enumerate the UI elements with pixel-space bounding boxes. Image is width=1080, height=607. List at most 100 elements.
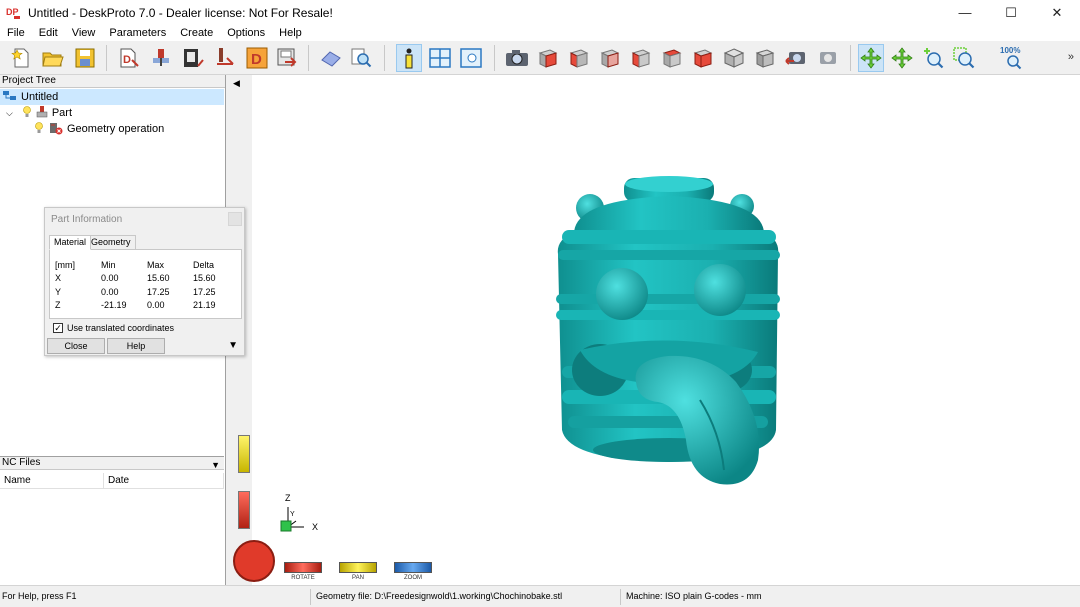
delta-cell: 15.60: [193, 273, 216, 284]
zoom-control-bar[interactable]: [394, 562, 432, 573]
tree-item-part[interactable]: ⌵ Part: [0, 105, 224, 121]
rotate-view-icon[interactable]: [858, 44, 884, 72]
open-folder-icon[interactable]: [40, 44, 66, 72]
part-label: Part: [51, 107, 73, 119]
camera-view-icon[interactable]: [504, 44, 530, 72]
svg-text:D: D: [123, 54, 131, 66]
main-toolbar: D D 100% »: [0, 41, 1080, 75]
axis-triad-icon: [280, 507, 304, 532]
lightbulb-icon[interactable]: [35, 121, 43, 137]
maximize-button[interactable]: ☐: [988, 0, 1034, 25]
axis-cell: X: [55, 273, 62, 284]
axis-y-label: Y: [290, 511, 295, 518]
minimize-button[interactable]: —: [942, 0, 988, 25]
window-layout-icon[interactable]: [427, 44, 453, 72]
translated-coordinates-checkbox[interactable]: ✓: [53, 323, 63, 333]
menu-file[interactable]: File: [0, 25, 32, 41]
translated-coordinates-option[interactable]: ✓ Use translated coordinates: [53, 323, 174, 333]
deskproto-logo-icon: DP: [6, 5, 22, 21]
export-icon[interactable]: [274, 44, 300, 72]
max-cell: 15.60: [147, 273, 170, 284]
3d-model-geometry: [556, 176, 780, 485]
view-iso2-cube-icon[interactable]: [752, 44, 778, 72]
status-help-text: For Help, press F1: [2, 591, 77, 601]
tree-item-project[interactable]: Untitled: [0, 89, 224, 105]
title-bar: DP Untitled - DeskProto 7.0 - Dealer lic…: [0, 0, 1080, 25]
rotate-control-bar[interactable]: [284, 562, 322, 573]
view-iso-cube-icon[interactable]: [721, 44, 747, 72]
expand-arrow-icon[interactable]: ▼: [228, 340, 238, 351]
new-project-icon[interactable]: [8, 44, 34, 72]
pan-view-icon[interactable]: [889, 44, 915, 72]
create-design-icon[interactable]: D: [244, 44, 270, 72]
saved-view-icon[interactable]: [814, 44, 840, 72]
zoom-label: ZOOM: [404, 575, 422, 581]
menu-parameters[interactable]: Parameters: [102, 25, 173, 41]
view-back-cube-icon[interactable]: [566, 44, 592, 72]
collapse-chevron-icon[interactable]: ⌵: [6, 108, 13, 119]
menu-edit[interactable]: Edit: [32, 25, 65, 41]
help-button[interactable]: Help: [107, 338, 165, 354]
rotate-dial[interactable]: [233, 540, 275, 582]
view-bottom-cube-icon[interactable]: [690, 44, 716, 72]
menu-create[interactable]: Create: [173, 25, 220, 41]
zoom-box-icon[interactable]: [951, 44, 977, 72]
table-row: Y 0.00 17.25 17.25: [55, 285, 239, 299]
max-cell: 0.00: [147, 300, 165, 311]
table-row: X 0.00 15.60 15.60: [55, 272, 239, 286]
zoom-100-icon[interactable]: 100%: [998, 44, 1028, 72]
menu-options[interactable]: Options: [220, 25, 272, 41]
toolpath-icon[interactable]: [212, 44, 238, 72]
nc-files-title: NC Files: [2, 457, 41, 468]
zoom-window-icon[interactable]: [458, 44, 484, 72]
operation-wizard-icon[interactable]: [180, 44, 206, 72]
close-window-button[interactable]: ✕: [1034, 0, 1080, 25]
deskproto-window: DP Untitled - DeskProto 7.0 - Dealer lic…: [0, 0, 1080, 607]
menu-help[interactable]: Help: [272, 25, 309, 41]
machine-wizard-icon[interactable]: [148, 44, 174, 72]
inspect-icon[interactable]: [348, 44, 374, 72]
view-front-cube-icon[interactable]: [535, 44, 561, 72]
column-date[interactable]: Date: [104, 473, 224, 489]
min-cell: 0.00: [101, 286, 119, 297]
previous-view-icon[interactable]: [783, 44, 809, 72]
axis-z-label: Z: [285, 493, 291, 503]
tab-geometry[interactable]: Geometry: [86, 235, 136, 250]
header-unit: [mm]: [55, 259, 75, 270]
min-cell: 0.00: [101, 273, 119, 284]
lightbulb-icon[interactable]: [23, 105, 31, 121]
project-tree-header: Project Tree: [0, 75, 225, 88]
collapse-panel-arrow-icon[interactable]: ◀: [233, 78, 240, 89]
table-row: Z -21.19 0.00 21.19: [55, 299, 239, 313]
dropdown-arrow-icon[interactable]: ▼: [211, 459, 220, 471]
eraser-icon[interactable]: [318, 44, 344, 72]
pan-slider[interactable]: [238, 435, 250, 473]
menu-bar: File Edit View Parameters Create Options…: [0, 25, 1080, 41]
tab-material[interactable]: Material: [49, 235, 92, 250]
dialog-close-button[interactable]: [228, 212, 242, 226]
svg-text:DP: DP: [6, 7, 19, 17]
part-information-dialog: Part Information Material Geometry [mm] …: [44, 207, 245, 356]
zoom-in-icon[interactable]: [920, 44, 946, 72]
view-right-cube-icon[interactable]: [628, 44, 654, 72]
menu-view[interactable]: View: [65, 25, 103, 41]
geometry-operation-label: Geometry operation: [67, 123, 165, 135]
column-name[interactable]: Name: [0, 473, 104, 489]
view-left-cube-icon[interactable]: [597, 44, 623, 72]
axis-cell: Z: [55, 300, 61, 311]
part-information-icon[interactable]: [396, 44, 422, 72]
window-title: Untitled - DeskProto 7.0 - Dealer licens…: [28, 5, 333, 20]
rotate-slider[interactable]: [238, 491, 250, 529]
save-icon[interactable]: [72, 44, 98, 72]
toolbar-overflow-button[interactable]: »: [1068, 51, 1074, 63]
header-max: Max: [147, 259, 165, 270]
close-button[interactable]: Close: [47, 338, 105, 354]
view-top-cube-icon[interactable]: [659, 44, 685, 72]
status-bar: For Help, press F1 Geometry file: D:\Fre…: [0, 585, 1080, 607]
pan-control-bar[interactable]: [339, 562, 377, 573]
nc-files-columns: Name Date: [0, 473, 224, 489]
tree-item-geometry-operation[interactable]: Geometry operation: [0, 121, 224, 137]
header-min: Min: [101, 259, 116, 270]
part-wizard-icon[interactable]: D: [116, 44, 142, 72]
dialog-title: Part Information: [51, 214, 123, 225]
